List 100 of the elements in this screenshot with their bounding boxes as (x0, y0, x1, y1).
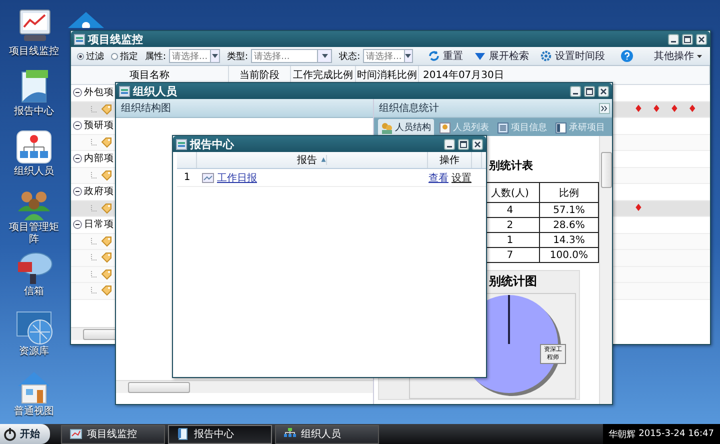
taskbar-button[interactable]: 项目线监控 (61, 424, 165, 444)
horizontal-scrollbar[interactable] (116, 380, 373, 393)
toolbar-button[interactable]: 展开检索 (474, 49, 530, 63)
minimize-button[interactable] (444, 138, 455, 150)
tree-connector (91, 172, 98, 179)
icon-label[interactable]: 组织人员 (8, 166, 60, 178)
chart-title: 别统计图 (489, 273, 538, 290)
tag-icon (101, 104, 112, 115)
window-icon (119, 86, 130, 96)
icon-label[interactable]: 报告中心 (8, 106, 60, 118)
org-icon (14, 128, 54, 166)
select-field[interactable]: 请选择... (363, 49, 414, 63)
chart-window-icon (70, 428, 82, 440)
filter-label: 类型: (227, 50, 248, 62)
close-icon (600, 88, 607, 94)
close-icon (698, 36, 705, 42)
vertical-scrollbar[interactable] (599, 136, 612, 404)
tree-connector (91, 270, 98, 278)
table-cell: 100.0% (539, 248, 598, 262)
icon-label[interactable]: 项目管理矩阵 (8, 222, 60, 246)
radio-option[interactable]: 指定 (111, 50, 138, 62)
maximize-button[interactable] (584, 86, 595, 96)
taskbar-button[interactable]: 组织人员 (275, 424, 379, 444)
tree-group-label[interactable]: 政府项 (84, 185, 114, 198)
minimize-button[interactable] (570, 86, 581, 96)
dropdown-arrow-icon (405, 54, 412, 58)
settings-icon (540, 50, 552, 62)
tree-group-label[interactable]: 日常项 (84, 218, 114, 232)
start-button[interactable]: 开始 (0, 424, 50, 444)
window-title: 项目线监控 (88, 32, 144, 46)
milestone-marker: ♦ (652, 104, 661, 115)
maximize-button[interactable] (458, 138, 469, 150)
triangle-down-icon (474, 50, 486, 62)
user-name: 华朝辉 (608, 428, 636, 440)
tree-connector (91, 204, 98, 212)
help-icon (621, 50, 633, 62)
icon-label[interactable]: 项目线监控 (8, 46, 60, 58)
power-icon (3, 427, 17, 441)
milestone-marker: ♦ (670, 104, 679, 115)
tree-connector (91, 138, 98, 146)
table-cell: 28.6% (539, 218, 598, 232)
toolbar-button[interactable]: 设置时间段 (540, 49, 606, 63)
action-link[interactable]: 设置 (452, 170, 472, 184)
tree-connector (91, 287, 98, 294)
table-header-cell: 比例 (539, 182, 598, 202)
filter-label: 属性: (145, 50, 166, 62)
tree-group-label[interactable]: 预研项 (84, 119, 114, 132)
tree-group-label[interactable]: 内部项 (84, 152, 114, 166)
dropdown-arrow-icon (322, 54, 328, 58)
report-icon (202, 172, 214, 184)
select-field[interactable]: 请选择... (251, 49, 332, 63)
milestone-marker: ♦ (634, 202, 643, 214)
window-icon (176, 138, 187, 150)
icon-label[interactable]: 资源库 (8, 346, 60, 358)
column-header[interactable]: 操作 (428, 152, 472, 168)
list-icon (497, 122, 509, 134)
tree-connector (91, 238, 98, 245)
table-title: 别统计表 (489, 158, 534, 173)
window-title: 报告中心 (190, 136, 235, 152)
caret-icon (697, 54, 702, 58)
panel-title: 组织信息统计 (379, 102, 439, 115)
toolbar-button[interactable]: 重置 (428, 49, 464, 63)
tree-connector (91, 254, 98, 262)
taskbar-button[interactable]: 报告中心 (168, 424, 272, 444)
people-icon (381, 122, 393, 134)
maximize-icon (586, 88, 593, 94)
org-chart-icon (284, 428, 296, 440)
radio-option[interactable]: 过滤 (77, 50, 104, 62)
milestone-marker: ♦ (688, 104, 697, 115)
tree-group-label[interactable]: 外包项 (84, 86, 114, 100)
window-title: 组织人员 (133, 84, 178, 98)
refresh-icon (428, 50, 440, 62)
action-link[interactable]: 查看 (428, 170, 448, 184)
close-button[interactable] (696, 34, 707, 44)
close-icon (474, 140, 481, 148)
table-cell: 14.3% (539, 232, 598, 248)
window-icon (74, 34, 85, 44)
select-field[interactable]: 请选择... (169, 49, 220, 63)
maximize-button[interactable] (682, 34, 693, 44)
filter-label: 状态: (339, 50, 360, 62)
close-button[interactable] (472, 138, 483, 150)
icon-label[interactable]: 信箱 (8, 286, 60, 298)
tag-icon (101, 202, 112, 214)
document-icon (177, 428, 189, 440)
tab[interactable]: 人员结构 (378, 119, 434, 136)
tree-connector (91, 106, 98, 113)
maximize-icon (684, 36, 691, 42)
milestone-marker: ♦ (634, 104, 643, 115)
report-link[interactable]: 工作日报 (217, 170, 257, 184)
panel-header: 组织结构图 (116, 99, 373, 118)
row-number: 1 (182, 172, 192, 183)
dropdown-arrow-icon (212, 54, 218, 58)
close-button[interactable] (598, 86, 609, 96)
clock: 2015-3-24 16:47 (638, 429, 714, 439)
double-chevron-icon (599, 102, 610, 114)
maximize-icon (460, 140, 467, 148)
house-icon (68, 12, 104, 28)
more-menu[interactable]: 其他操作 (654, 49, 702, 63)
column-header[interactable]: 报告 ▴ (197, 152, 428, 168)
minimize-button[interactable] (668, 34, 679, 44)
